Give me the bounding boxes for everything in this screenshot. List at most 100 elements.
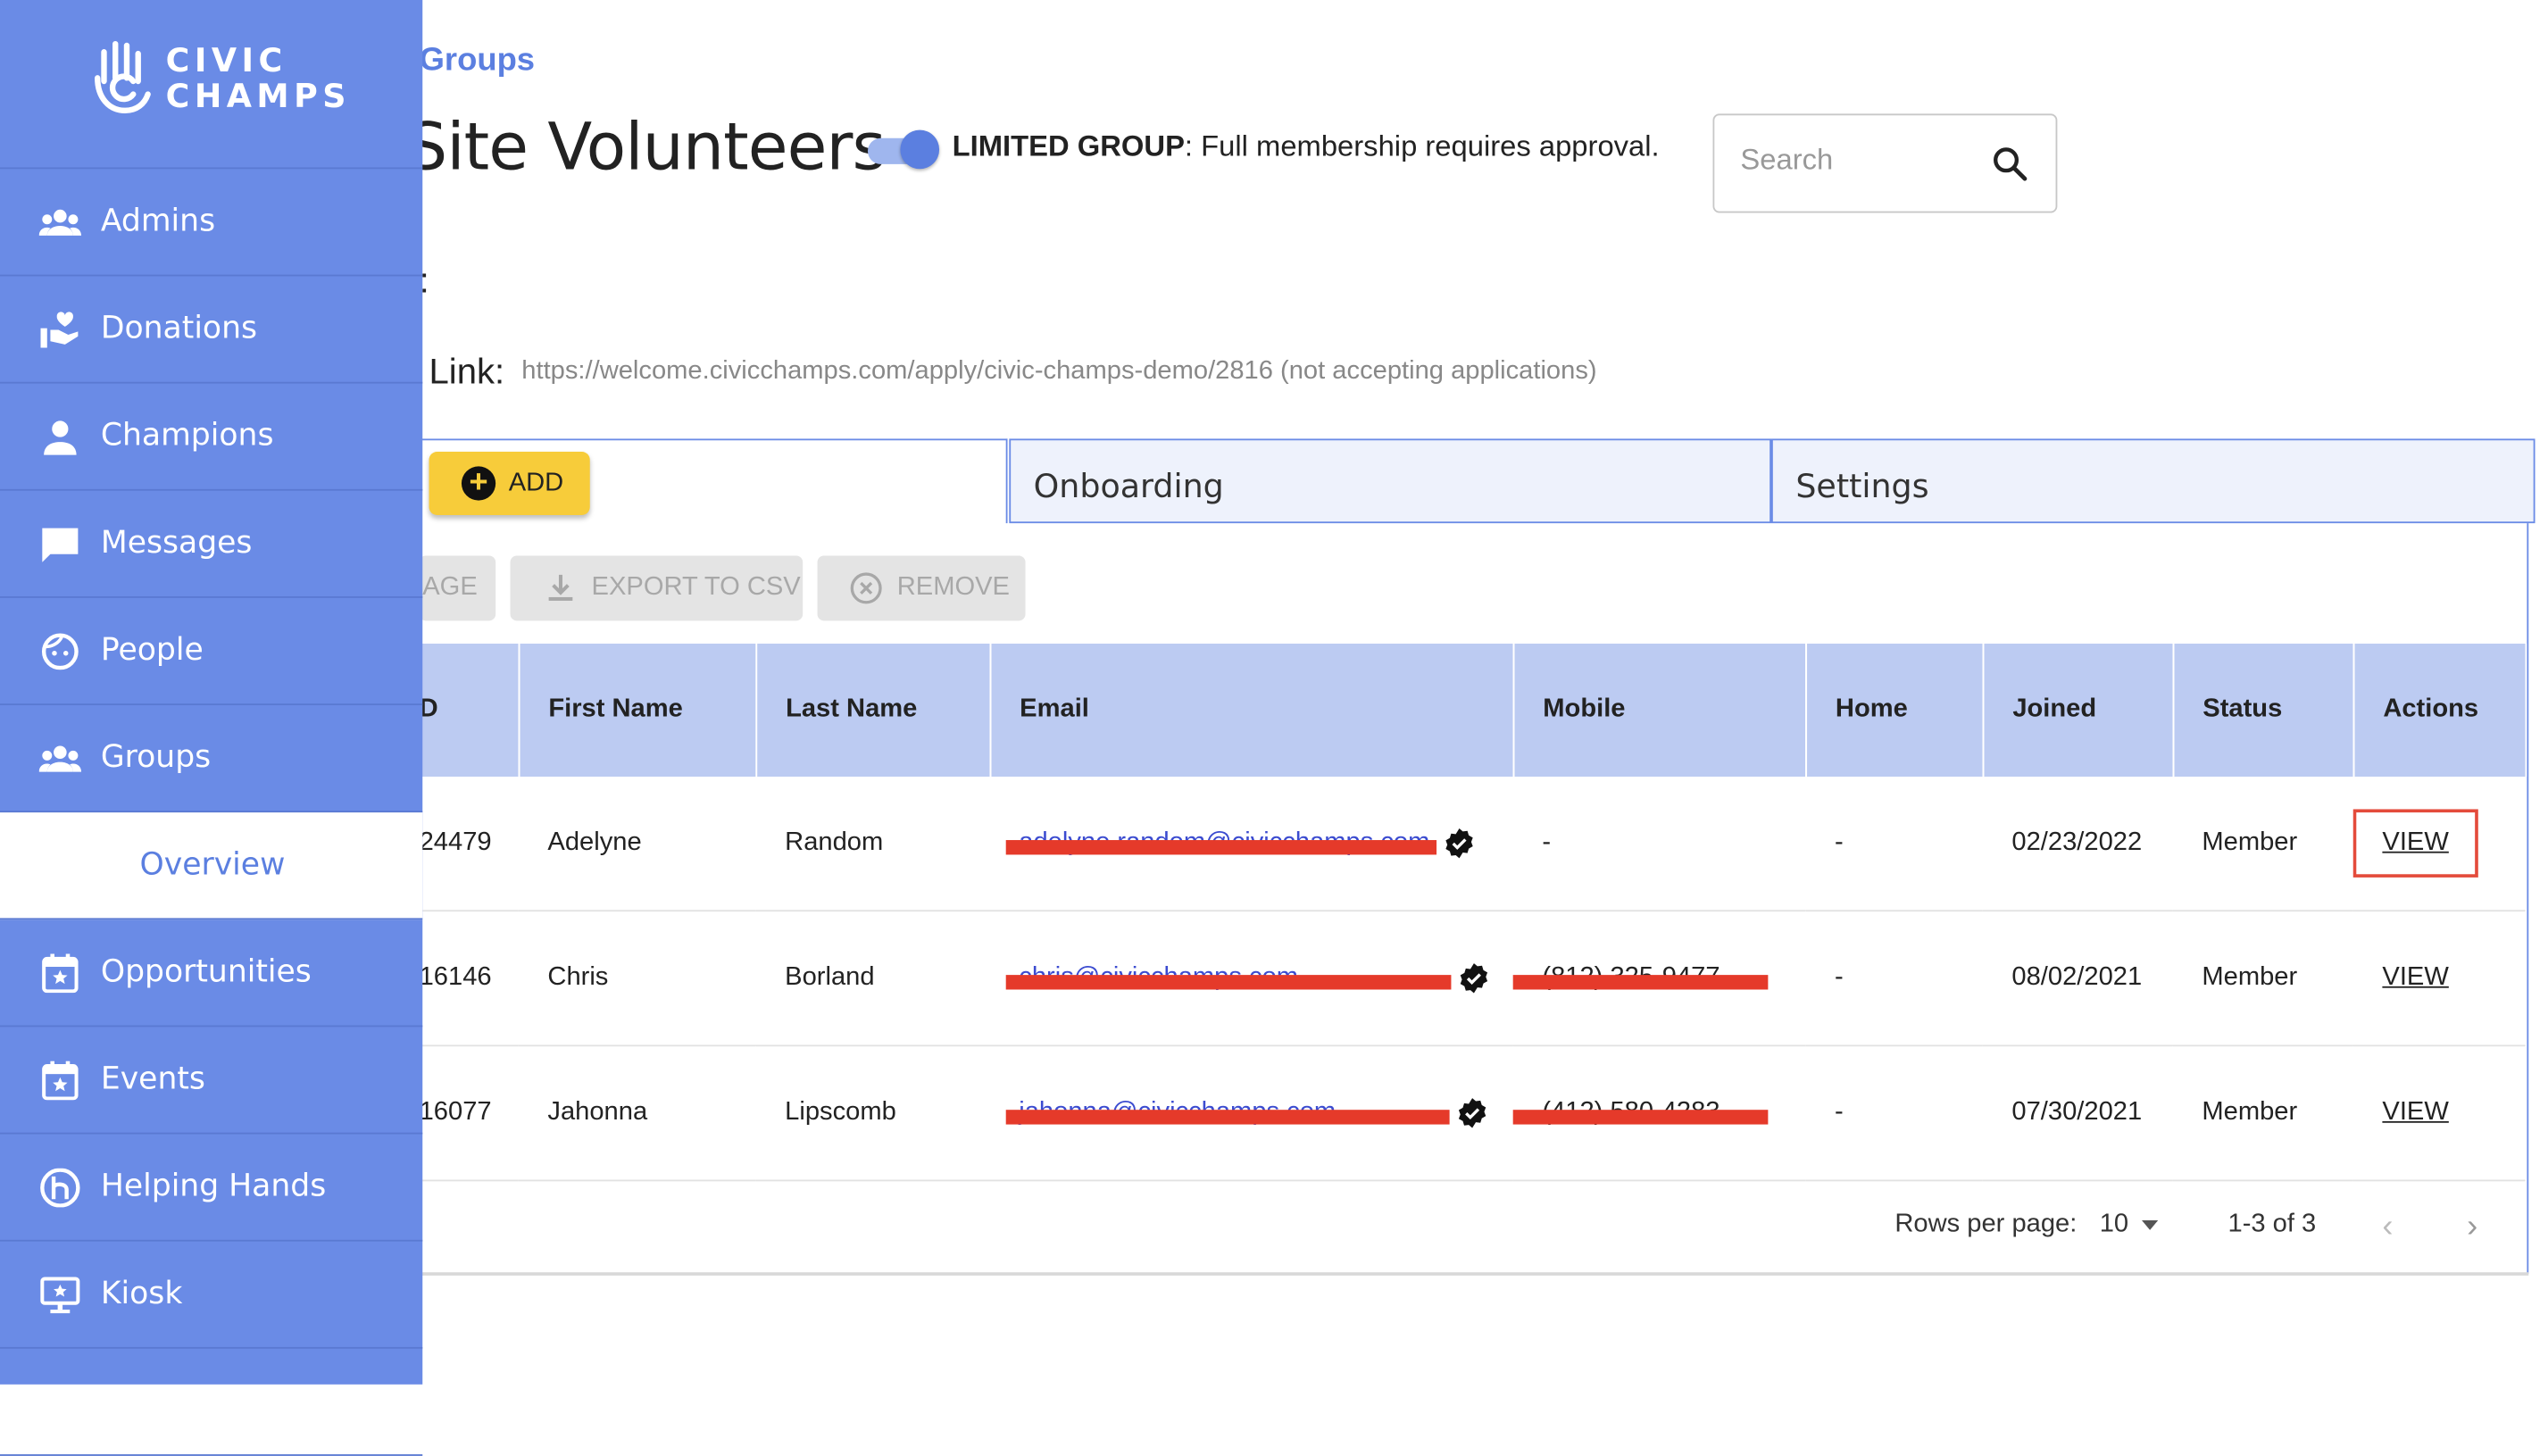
rows-per-page-select[interactable]: 10 <box>2100 1211 2128 1240</box>
redaction-bar <box>1005 840 1436 855</box>
cell-first-name: Jahonna <box>518 1045 756 1182</box>
calendar-star-icon <box>42 1061 79 1101</box>
breadcrumb[interactable]: Groups <box>420 42 535 79</box>
view-link[interactable]: VIEW <box>2382 1098 2448 1126</box>
cell-first-name: Chris <box>518 911 756 1047</box>
view-link[interactable]: VIEW <box>2382 828 2448 856</box>
sidebar-item-people[interactable]: People <box>0 598 423 705</box>
column-header-first-name[interactable]: First Name <box>518 643 757 778</box>
tab-settings[interactable]: Settings <box>1771 438 2536 524</box>
tab-settings-label: Settings <box>1795 466 1929 506</box>
sidebar-item-opportunities[interactable]: Opportunities <box>0 919 423 1028</box>
verified-icon <box>1458 1098 1486 1128</box>
sidebar-item-helping-hands[interactable]: Helping Hands <box>0 1134 423 1242</box>
brand-logo[interactable]: CIVIC CHAMPS <box>0 0 423 170</box>
redacted-email: jahonna@civicchamps.com <box>1005 1099 1450 1128</box>
redaction-bar <box>1005 1110 1450 1126</box>
panel-border <box>2527 523 2529 1275</box>
cell-actions: VIEW <box>2352 911 2526 1047</box>
rows-per-page-label: Rows per page: <box>1894 1211 2078 1238</box>
cell-joined: 08/02/2021 <box>1982 911 2173 1047</box>
cell-last-name: Random <box>755 777 990 912</box>
chevron-down-icon[interactable] <box>2142 1219 2159 1230</box>
sidebar-item-kiosk[interactable]: Kiosk <box>0 1242 423 1349</box>
cell-actions: VIEW <box>2352 777 2526 912</box>
panel-bottom-border <box>419 1272 2529 1276</box>
chevron-right-icon[interactable]: › <box>2467 1209 2477 1246</box>
sidebar-item-messages[interactable]: Messages <box>0 491 423 598</box>
face-icon <box>41 633 79 670</box>
redaction-bar <box>1512 975 1769 990</box>
verified-icon <box>1445 828 1473 859</box>
application-link-url[interactable]: https://welcome.civicchamps.com/apply/ci… <box>521 357 1596 387</box>
chevron-left-icon[interactable]: ‹ <box>2382 1209 2393 1246</box>
person-icon <box>44 420 77 455</box>
sidebar-item-groups[interactable]: Groups <box>0 705 423 813</box>
search-input[interactable] <box>1736 141 1988 179</box>
column-header-id[interactable]: D <box>419 643 520 778</box>
toggle-knob <box>900 129 940 170</box>
search-box[interactable] <box>1712 113 2058 213</box>
table-row[interactable]: 16146 Chris Borland chris@civicchamps.co… <box>419 911 2526 1047</box>
sidebar-item-label: Admins <box>100 203 216 239</box>
export-csv-label: EXPORT TO CSV <box>591 573 801 602</box>
add-circle-icon: + <box>461 466 496 501</box>
column-header-email[interactable]: Email <box>989 643 1514 778</box>
export-csv-button[interactable]: EXPORT TO CSV <box>510 555 804 621</box>
cell-actions: VIEW <box>2352 1045 2526 1182</box>
column-header-status[interactable]: Status <box>2172 643 2354 778</box>
limited-group-description: : Full membership requires approval. <box>1184 129 1660 163</box>
table-row[interactable]: 16077 Jahonna Lipscomb jahonna@civiccham… <box>419 1045 2526 1182</box>
cell-id: 16077 <box>419 1045 519 1182</box>
sidebar-item-events[interactable]: Events <box>0 1027 423 1135</box>
sidebar-item-champions[interactable]: Champions <box>0 384 423 491</box>
tab-onboarding[interactable]: Onboarding <box>1009 438 1772 524</box>
cell-last-name: Borland <box>755 911 990 1047</box>
tab-onboarding-label: Onboarding <box>1033 466 1224 506</box>
groups-icon <box>38 745 82 772</box>
redacted-mobile: (412) 580-4283 <box>1512 1098 1769 1127</box>
cell-id: 24479 <box>419 777 519 912</box>
cell-mobile: (812) 325-9477 <box>1512 911 1806 1047</box>
cell-joined: 02/23/2022 <box>1982 777 2173 912</box>
table-row[interactable]: 24479 Adelyne Random adelyne.random@civi… <box>419 777 2526 912</box>
cell-home: - <box>1805 911 1983 1047</box>
members-table: D First Name Last Name Email Mobile Home… <box>419 643 2527 1182</box>
sidebar-item-donations[interactable]: Donations <box>0 276 423 384</box>
sidebar-item-label: People <box>100 632 204 669</box>
download-icon <box>548 574 573 601</box>
sidebar-item-label: Champions <box>100 417 274 453</box>
column-header-joined[interactable]: Joined <box>1982 643 2174 778</box>
add-button-label: ADD <box>508 470 564 497</box>
sidebar-subitem-overview[interactable]: Overview <box>0 812 423 920</box>
remove-button-label: REMOVE <box>896 573 1010 602</box>
message-icon <box>42 528 79 562</box>
column-header-home[interactable]: Home <box>1805 643 1984 778</box>
helping-hands-icon <box>40 1168 80 1208</box>
cell-email: adelyne.random@civicchamps.com <box>989 777 1513 912</box>
column-header-mobile[interactable]: Mobile <box>1512 643 1807 778</box>
cell-email: jahonna@civicchamps.com <box>989 1045 1513 1182</box>
donations-icon <box>40 312 79 348</box>
civic-champs-hand-icon <box>95 40 151 113</box>
column-header-last-name[interactable]: Last Name <box>755 643 991 778</box>
cell-status: Member <box>2172 1045 2353 1182</box>
limited-group-toggle[interactable] <box>867 129 940 170</box>
sidebar-item-label: Helping Hands <box>100 1168 327 1204</box>
cell-email: chris@civicchamps.com <box>989 911 1513 1047</box>
table-header-row: D First Name Last Name Email Mobile Home… <box>419 643 2527 778</box>
remove-button[interactable]: REMOVE <box>817 555 1026 621</box>
redacted-email: chris@civicchamps.com <box>1005 964 1452 994</box>
sidebar-item-label: Groups <box>100 739 212 776</box>
pagination-range: 1-3 of 3 <box>2227 1211 2317 1238</box>
add-button[interactable]: + ADD <box>429 452 590 516</box>
message-button[interactable]: AGE <box>419 555 496 621</box>
view-link[interactable]: VIEW <box>2382 963 2448 991</box>
cell-status: Member <box>2172 777 2353 912</box>
sidebar-item-admins[interactable]: Admins <box>0 169 423 277</box>
brand-name: CIVIC CHAMPS <box>166 42 351 113</box>
search-icon[interactable] <box>1991 145 2030 184</box>
sidebar-item-more[interactable] <box>0 1349 423 1456</box>
brand-line-2: CHAMPS <box>165 76 351 116</box>
page-title: Site Volunteers <box>406 110 886 186</box>
